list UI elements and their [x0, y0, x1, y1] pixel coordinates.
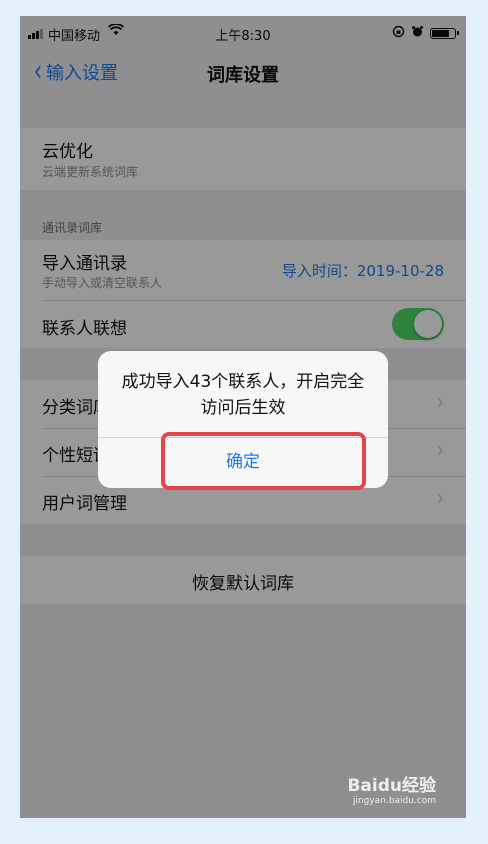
- baidu-watermark: Baidu经验 jingyan.baidu.com: [347, 771, 436, 806]
- watermark-url: jingyan.baidu.com: [352, 796, 436, 806]
- watermark-text: Baidu经验: [347, 776, 436, 796]
- phone-screen: 中国移动 上午8:30 ‹ 输入设置 词库设置 云优化 云端更新系统词库 通讯录…: [20, 16, 466, 818]
- alert-message: 成功导入43个联系人，开启完全访问后生效: [121, 372, 365, 418]
- highlight-box: [161, 432, 366, 490]
